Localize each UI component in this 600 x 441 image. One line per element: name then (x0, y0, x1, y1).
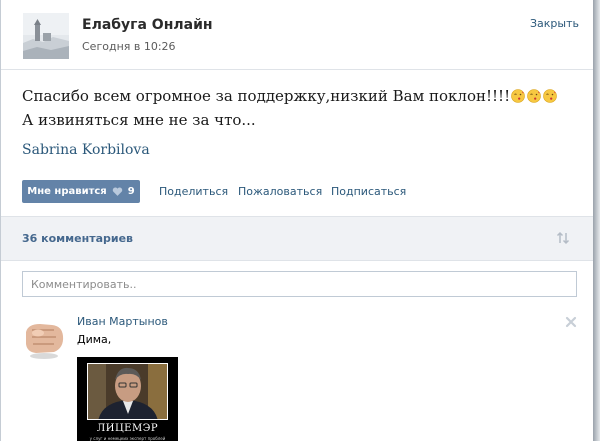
kissing-face-emoji-icon (511, 89, 525, 103)
group-name[interactable]: Елабуга Онлайн (82, 17, 213, 33)
author-signature-link[interactable]: Sabrina Korbilova (22, 142, 150, 158)
comment-input[interactable] (22, 271, 577, 297)
share-link[interactable]: Поделиться (159, 185, 228, 198)
like-button-label: Мне нравится (27, 186, 107, 197)
group-avatar[interactable] (23, 13, 69, 59)
attachment-photo (87, 363, 168, 420)
heart-icon (112, 187, 122, 196)
demotivator-attachment[interactable]: ЛИЦЕМЭР у слуг и немецких эксперт пробле… (77, 357, 178, 441)
pointing-fist-image (22, 312, 68, 364)
comments-count[interactable]: 36 комментариев (22, 232, 133, 245)
commenter-name[interactable]: Иван Мартынов (77, 315, 168, 328)
like-button[interactable]: Мне нравится 9 (22, 180, 140, 203)
delete-comment-icon[interactable] (565, 316, 577, 328)
portrait-photo-image (88, 364, 167, 419)
close-link[interactable]: Закрыть (530, 17, 579, 30)
attachment-caption: ЛИЦЕМЭР (96, 423, 159, 434)
emoji-group (510, 87, 558, 105)
window-shadow (593, 0, 600, 441)
post-time[interactable]: Сегодня в 10:26 (82, 40, 176, 53)
sort-order-icon[interactable] (555, 230, 571, 246)
subscribe-link[interactable]: Подписаться (331, 185, 406, 198)
comments-header: 36 комментариев (1, 216, 593, 261)
winter-landscape-image (23, 13, 69, 59)
report-link[interactable]: Пожаловаться (238, 185, 322, 198)
post-text-tail: А извиняться мне не за что... (22, 111, 256, 129)
like-count: 9 (127, 186, 135, 197)
attachment-subcaption: у слуг и немецких эксперт проблей (89, 436, 166, 441)
comment-text: Дима, (77, 333, 112, 346)
header-divider (1, 69, 593, 70)
kissing-face-emoji-icon (543, 89, 557, 103)
post-header: Елабуга Онлайн Сегодня в 10:26 Закрыть (1, 0, 593, 69)
commenter-avatar[interactable] (22, 312, 68, 364)
post-text-main: Спасибо всем огромное за поддержку,низки… (22, 87, 511, 105)
kissing-face-emoji-icon (527, 89, 541, 103)
post-text: Спасибо всем огромное за поддержку,низки… (22, 84, 567, 132)
